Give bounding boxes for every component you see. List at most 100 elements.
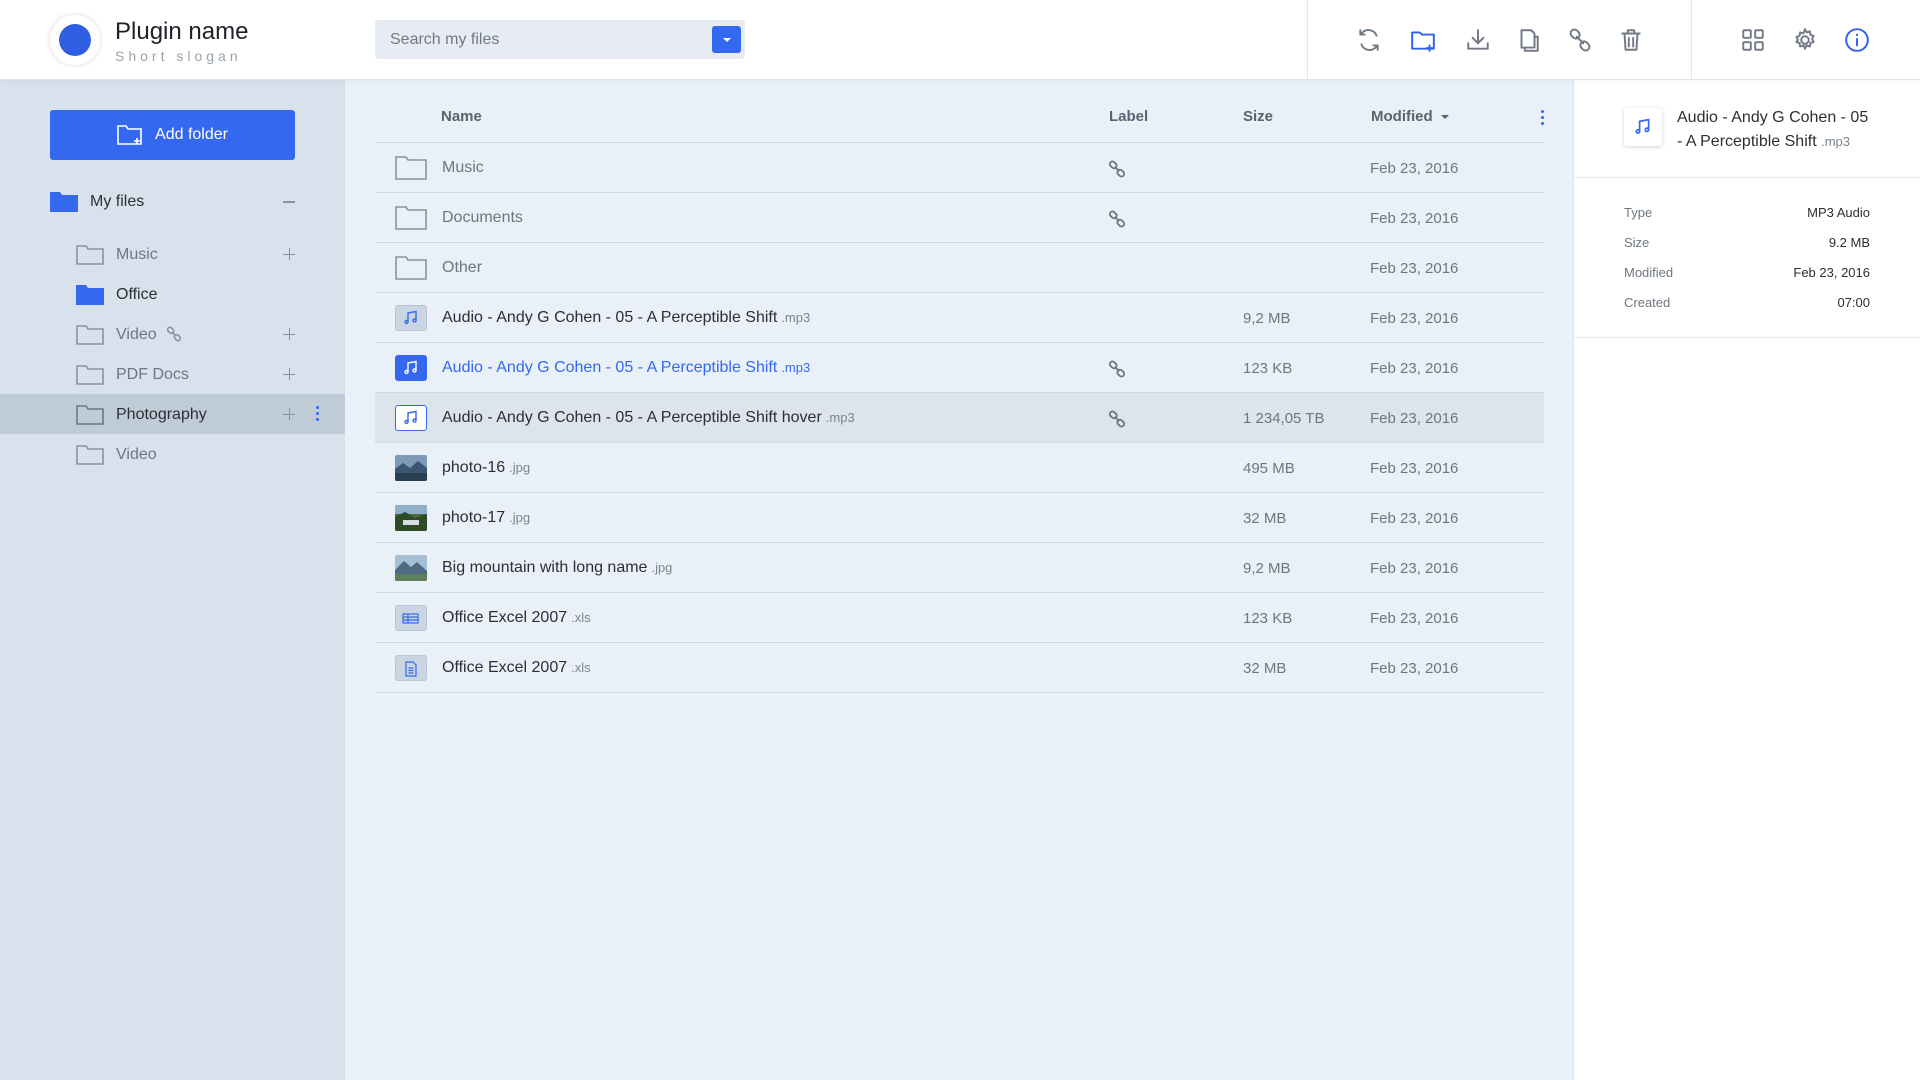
folder-icon	[395, 206, 427, 230]
file-modified: Feb 23, 2016	[1370, 660, 1459, 677]
column-header-modified[interactable]: Modified	[1371, 108, 1449, 125]
toolbar-divider	[1307, 0, 1308, 79]
file-modified: Feb 23, 2016	[1370, 510, 1459, 527]
logo	[50, 15, 100, 65]
search-input[interactable]	[390, 31, 690, 49]
file-modified: Feb 23, 2016	[1370, 210, 1459, 227]
details-extension: .mp3	[1821, 134, 1850, 149]
table-row[interactable]: photo-17 .jpg 32 MB Feb 23, 2016	[375, 493, 1544, 543]
folder-icon	[395, 156, 427, 180]
file-name-text: Office Excel 2007	[442, 609, 568, 626]
table-row[interactable]: Documents Feb 23, 2016	[375, 193, 1544, 243]
tree-item-office[interactable]: Office	[0, 274, 345, 314]
file-extension: .mp3	[825, 410, 855, 425]
table-row[interactable]: Audio - Andy G Cohen - 05 - A Perceptibl…	[375, 293, 1544, 343]
file-extension: .jpg	[509, 460, 531, 475]
table-row-selected[interactable]: Audio - Andy G Cohen - 05 - A Perceptibl…	[375, 343, 1544, 393]
file-name: Office Excel 2007 .xls	[442, 609, 591, 627]
add-icon[interactable]	[283, 408, 295, 420]
file-list: Name Label Size Modified Music Feb 23, 2…	[345, 80, 1573, 1080]
file-modified: Feb 23, 2016	[1370, 610, 1459, 627]
image-thumbnail-icon	[395, 555, 427, 581]
column-header-size[interactable]: Size	[1243, 108, 1273, 125]
details-value: 07:00	[1837, 295, 1870, 310]
table-row[interactable]: Office Excel 2007 .xls 32 MB Feb 23, 2016	[375, 643, 1544, 693]
details-value: MP3 Audio	[1807, 205, 1870, 220]
column-header-label[interactable]: Label	[1109, 108, 1148, 125]
column-header-name[interactable]: Name	[441, 108, 482, 125]
link-icon[interactable]	[1562, 22, 1598, 58]
details-key: Size	[1624, 235, 1650, 250]
audio-file-icon	[395, 355, 427, 381]
tree-item-video-2[interactable]: Video	[0, 434, 345, 474]
file-name-text: photo-17	[442, 509, 506, 526]
file-extension: .jpg	[651, 560, 673, 575]
toolbar-divider	[1691, 0, 1692, 79]
sidebar: Add folder My files Music Office Video P…	[0, 80, 345, 1080]
details-value: 9.2 MB	[1828, 235, 1870, 250]
spreadsheet-icon	[395, 605, 427, 631]
link-icon	[166, 326, 182, 342]
tree-item-music[interactable]: Music	[0, 234, 345, 274]
file-name: photo-16 .jpg	[442, 459, 530, 477]
file-extension: .xls	[571, 660, 591, 675]
link-icon	[1108, 160, 1126, 178]
copy-icon[interactable]	[1510, 22, 1546, 58]
file-size: 123 KB	[1243, 360, 1293, 377]
refresh-icon[interactable]	[1351, 22, 1387, 58]
details-key: Modified	[1624, 265, 1674, 280]
file-extension: .mp3	[781, 310, 811, 325]
table-row[interactable]: Office Excel 2007 .xls 123 KB Feb 23, 201…	[375, 593, 1544, 643]
gear-icon[interactable]	[1787, 22, 1823, 58]
table-row[interactable]: photo-16 .jpg 495 MB Feb 23, 2016	[375, 443, 1544, 493]
file-extension: .xls	[571, 610, 591, 625]
table-row[interactable]: Music Feb 23, 2016	[375, 143, 1544, 193]
tree-item-label: Office	[116, 286, 158, 303]
add-folder-button[interactable]: Add folder	[50, 110, 295, 160]
grid-icon[interactable]	[1735, 22, 1771, 58]
file-size: 9,2 MB	[1243, 310, 1291, 327]
file-modified: Feb 23, 2016	[1370, 360, 1459, 377]
details-panel: Audio - Andy G Cohen - 05 - A Perceptibl…	[1573, 80, 1920, 1080]
link-icon	[1108, 410, 1126, 428]
add-folder-label: Add folder	[155, 126, 228, 143]
info-icon[interactable]	[1839, 22, 1875, 58]
tree-item-label: Video	[116, 446, 157, 463]
table-row-hover[interactable]: Audio - Andy G Cohen - 05 - A Perceptibl…	[375, 393, 1544, 443]
file-extension: .mp3	[781, 360, 811, 375]
file-size: 9,2 MB	[1243, 560, 1291, 577]
add-icon[interactable]	[283, 368, 295, 380]
folder-icon	[395, 256, 427, 280]
tree-root-my-files[interactable]: My files	[50, 190, 295, 214]
table-row[interactable]: Other Feb 23, 2016	[375, 243, 1544, 293]
file-size: 1 234,05 TB	[1243, 410, 1325, 427]
add-icon[interactable]	[283, 248, 295, 260]
audio-file-icon	[395, 305, 427, 331]
tree-item-pdf-docs[interactable]: PDF Docs	[0, 354, 345, 394]
file-name: Audio - Andy G Cohen - 05 - A Perceptibl…	[442, 409, 855, 427]
image-thumbnail-icon	[395, 505, 427, 531]
file-size: 32 MB	[1243, 510, 1287, 527]
tree-item-video[interactable]: Video	[0, 314, 345, 354]
collapse-icon[interactable]	[283, 201, 295, 203]
more-options-icon[interactable]	[316, 406, 320, 422]
details-title: Audio - Andy G Cohen - 05 - A Perceptibl…	[1677, 106, 1877, 154]
details-value: Feb 23, 2016	[1793, 265, 1870, 280]
file-name-text: Audio - Andy G Cohen - 05 - A Perceptibl…	[442, 309, 778, 326]
audio-file-icon	[395, 405, 427, 431]
folder-icon	[76, 445, 104, 465]
folder-icon	[76, 405, 104, 425]
file-name-text: photo-16	[442, 459, 506, 476]
tree-item-label: Video	[116, 326, 157, 343]
download-icon[interactable]	[1460, 22, 1496, 58]
new-folder-icon[interactable]	[1405, 22, 1441, 58]
tree-item-photography[interactable]: Photography	[0, 394, 345, 434]
details-key: Created	[1624, 295, 1671, 310]
table-row[interactable]: Big mountain with long name .jpg 9,2 MB F…	[375, 543, 1544, 593]
search-dropdown-button[interactable]	[712, 26, 741, 53]
tree-item-label: Photography	[116, 406, 207, 423]
column-options-icon[interactable]	[1541, 110, 1544, 126]
add-icon[interactable]	[283, 328, 295, 340]
top-bar: Plugin name Short slogan	[0, 0, 1920, 80]
trash-icon[interactable]	[1613, 22, 1649, 58]
